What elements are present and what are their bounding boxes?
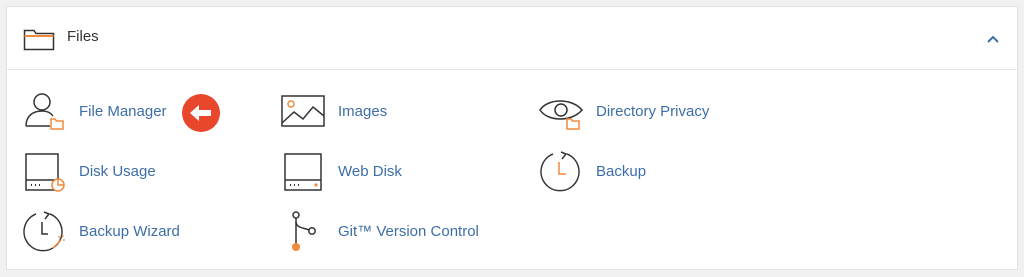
file-manager-icon [25,93,64,130]
backup-wizard-icon [23,211,65,252]
backup-wizard-link[interactable]: Backup Wizard [22,210,192,254]
git-version-control-link[interactable]: Git™ Version Control [281,210,491,254]
item-label: Disk Usage [79,163,156,180]
images-link[interactable]: Images [281,90,401,134]
item-label: Git™ Version Control [338,223,479,240]
folder-icon [23,29,55,51]
panel-header[interactable]: Files [7,7,1017,70]
item-label: File Manager [79,103,167,120]
images-icon [281,95,325,127]
directory-privacy-icon [539,100,583,130]
disk-usage-link[interactable]: Disk Usage [22,150,172,194]
backup-icon [540,151,580,192]
directory-privacy-link[interactable]: Directory Privacy [539,90,719,134]
item-label: Backup [596,163,647,180]
left-arrow-icon [190,105,211,121]
item-label: Web Disk [338,163,402,180]
disk-usage-icon [25,153,65,192]
item-label: Directory Privacy [596,103,710,120]
item-label: Images [338,103,388,120]
git-version-control-icon [292,211,316,251]
section-title: Files [67,28,99,45]
web-disk-link[interactable]: Web Disk [281,150,411,194]
file-manager-link[interactable]: File Manager [22,90,182,134]
annotation-arrow-badge [182,94,220,132]
web-disk-icon [284,153,322,191]
backup-link[interactable]: Backup [539,150,659,194]
chevron-up-icon[interactable] [983,29,1003,49]
item-label: Backup Wizard [79,223,180,240]
